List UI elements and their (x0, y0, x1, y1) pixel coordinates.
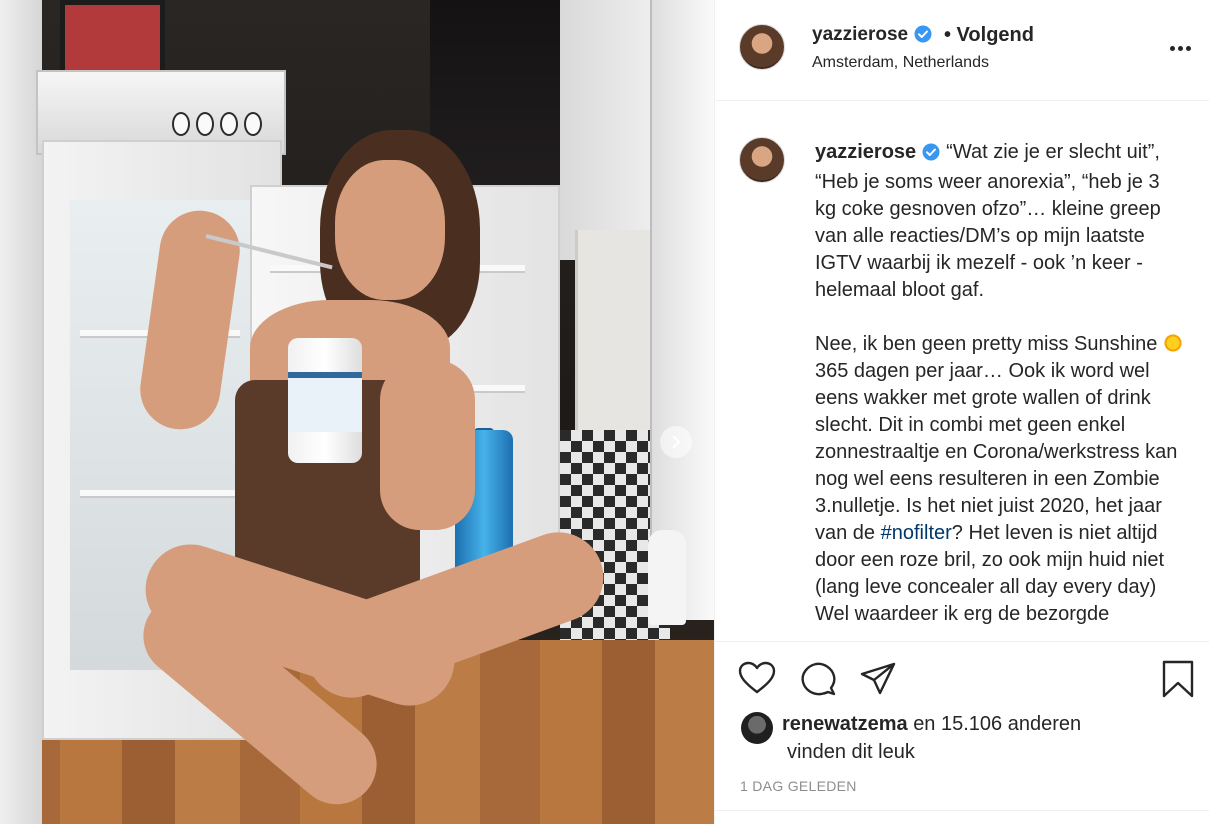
liker-username[interactable]: renewatzema (782, 713, 908, 735)
post-header: yazzierose • Volgend Amsterdam, Netherla… (715, 0, 1209, 101)
following-button[interactable]: • Volgend (944, 24, 1034, 47)
photo-stove-knob (196, 112, 214, 136)
photo-stove-knob (220, 112, 238, 136)
bookmark-icon[interactable] (1158, 659, 1198, 699)
likes-text[interactable]: renewatzema en 15.106 anderen (782, 713, 1081, 736)
photo-jar-label (288, 372, 362, 432)
photo-stove-knob (244, 112, 262, 136)
likes-others[interactable]: en 15.106 anderen (913, 713, 1081, 735)
caption-paragraph-2-start: Nee, ik ben geen pretty miss Sunshine (815, 333, 1158, 355)
caption-paragraph-3: Wel waardeer ik erg de bezorgde (815, 603, 1110, 625)
next-photo-button[interactable] (660, 426, 692, 458)
chevron-right-icon (672, 435, 681, 449)
verified-badge-icon (914, 25, 932, 48)
caption-text: yazzierose “Wat zie je er slecht uit”, “H… (815, 139, 1185, 628)
hashtag-link[interactable]: #nofilter (881, 522, 952, 544)
caption-author-avatar[interactable] (739, 137, 785, 183)
author-row: yazzierose (812, 24, 932, 48)
liker-avatar[interactable] (741, 712, 773, 744)
photo-stove-knob (172, 112, 190, 136)
photo-arm (380, 360, 475, 530)
photo-framed-picture (60, 0, 165, 78)
post-side-panel: yazzierose • Volgend Amsterdam, Netherla… (714, 0, 1209, 824)
heart-icon[interactable] (737, 659, 777, 699)
author-username[interactable]: yazzierose (812, 24, 908, 45)
divider (715, 810, 1209, 811)
caption-paragraph-2-middle: 365 dagen per jaar… Ook ik word wel eens… (815, 360, 1178, 544)
more-options-icon[interactable] (1170, 38, 1194, 58)
author-avatar[interactable] (739, 24, 785, 70)
comment-icon[interactable] (798, 659, 838, 699)
paper-plane-icon[interactable] (858, 659, 898, 699)
post-location[interactable]: Amsterdam, Netherlands (812, 54, 989, 72)
photo-cabinet-leg (648, 530, 686, 625)
photo-fridge-shelf (80, 490, 240, 498)
caption-paragraph-1: “Wat zie je er slecht uit”, “Heb je soms… (815, 141, 1161, 301)
caption-username[interactable]: yazzierose (815, 141, 916, 163)
sun-emoji-icon (1162, 333, 1183, 353)
caption-scroll-area[interactable]: yazzierose “Wat zie je er slecht uit”, “H… (715, 101, 1209, 641)
verified-badge-icon (922, 142, 940, 169)
likes-line-2: vinden dit leuk (787, 741, 915, 763)
photo-open-door (650, 0, 714, 620)
post-photo[interactable] (0, 0, 714, 824)
post-timestamp[interactable]: 1 DAG GELEDEN (740, 778, 857, 794)
photo-face (335, 160, 445, 300)
post-actions: renewatzema en 15.106 anderen vinden dit… (715, 641, 1209, 824)
